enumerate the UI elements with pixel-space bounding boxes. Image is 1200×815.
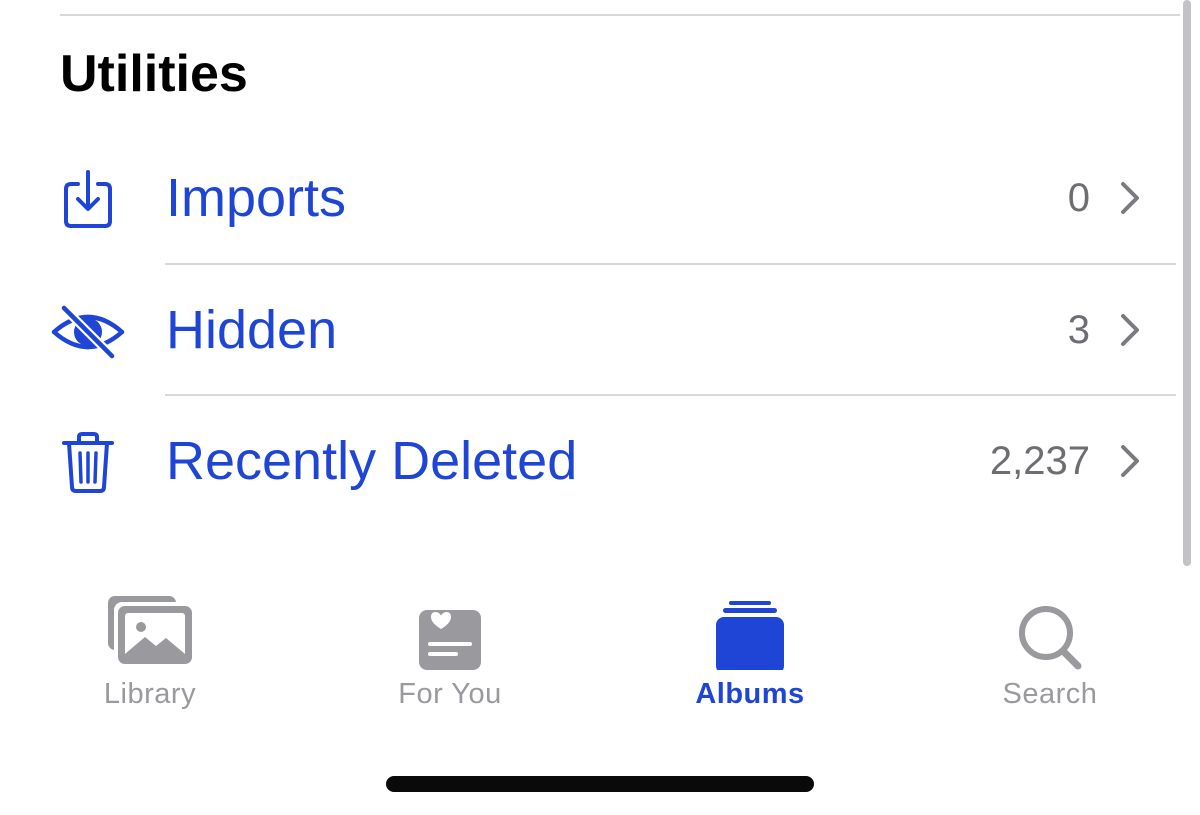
utility-row-hidden[interactable]: Hidden 3 [0,266,1176,396]
chevron-right-icon [1118,310,1142,350]
home-indicator[interactable] [386,776,814,792]
tab-label: For You [398,678,502,710]
utility-row-recently-deleted[interactable]: Recently Deleted 2,237 [0,397,1176,527]
eye-slash-icon [50,296,126,368]
utility-count: 0 [1067,176,1090,220]
utility-label: Recently Deleted [166,431,578,491]
search-icon [1000,590,1100,670]
tab-search[interactable]: Search [900,580,1200,730]
chevron-right-icon [1118,178,1142,218]
tab-albums[interactable]: Albums [600,580,900,730]
for-you-icon [400,590,500,670]
scroll-indicator[interactable] [1183,0,1191,566]
tab-label: Search [1002,678,1098,710]
utility-count: 3 [1067,308,1090,352]
albums-icon [700,590,800,674]
chevron-right-icon [1118,441,1142,481]
tab-for-you[interactable]: For You [300,580,600,730]
row-divider [165,394,1176,396]
utility-label: Hidden [166,300,338,360]
tab-library[interactable]: Library [0,580,300,730]
photo-library-icon [100,590,200,670]
section-title: Utilities [60,45,248,103]
utility-row-imports[interactable]: Imports 0 [0,134,1176,264]
utility-count: 2,237 [989,439,1090,483]
utility-label: Imports [166,168,347,228]
row-divider [165,263,1176,265]
tab-label: Albums [695,678,805,710]
tab-bar: Library For You Albums Search [0,580,1200,730]
tab-label: Library [103,678,197,710]
top-divider [60,14,1180,16]
trash-icon [50,427,126,499]
import-tray-icon [50,164,126,236]
